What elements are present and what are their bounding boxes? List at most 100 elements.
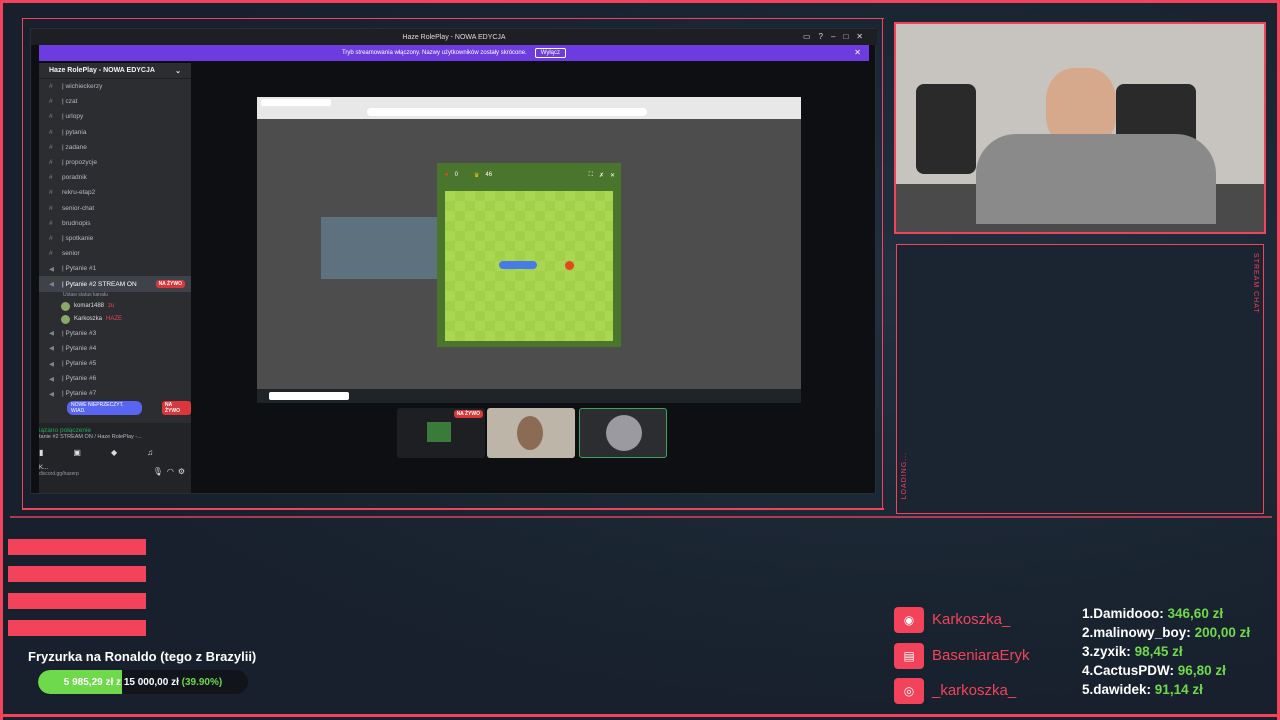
donor-name: dawidek: bbox=[1093, 682, 1152, 697]
discord-icon: ◉ bbox=[894, 607, 924, 633]
channel-label: | pytania bbox=[62, 128, 87, 136]
member-tag: HAZE bbox=[106, 316, 123, 323]
channel-item[interactable]: # | spotkanie bbox=[39, 231, 191, 246]
social-handle: _karkoszka_ bbox=[932, 682, 1017, 699]
channel-label: senior bbox=[62, 250, 80, 258]
chevron-down-icon: ⌄ bbox=[175, 68, 181, 75]
avatar bbox=[606, 415, 642, 451]
fullscreen-icon[interactable]: ⛶ bbox=[589, 172, 593, 179]
close-icon[interactable]: ✕ bbox=[610, 172, 615, 179]
channel-item[interactable]: ◀ | Pytanie #1 bbox=[39, 261, 191, 276]
channel-label: | wichieckerzy bbox=[62, 83, 103, 91]
frame-line-divider bbox=[10, 516, 1272, 518]
channel-item[interactable]: # senior-chat bbox=[39, 201, 191, 216]
voice-member[interactable]: komar1488 zu bbox=[39, 300, 191, 313]
channel-item[interactable]: ◀ | Pytanie #7 bbox=[39, 386, 191, 401]
screen-share-icon[interactable]: ▣ bbox=[73, 448, 81, 457]
channel-item[interactable]: ◀ | Pytanie #6 bbox=[39, 371, 191, 386]
speaker-icon: ◀ bbox=[49, 375, 54, 383]
live-badge: NA ŻYWO bbox=[155, 280, 185, 289]
goal-title: Fryzurka na Ronaldo (tego z Brazylii) bbox=[28, 649, 257, 664]
member-name: Karkoszka bbox=[74, 316, 103, 323]
channel-item[interactable]: # brudnopis bbox=[39, 216, 191, 231]
live-badge: NA ŻYWO bbox=[162, 400, 191, 415]
goal-target: 15 000,00 zł bbox=[123, 676, 179, 688]
participant-tile-avatar[interactable] bbox=[579, 408, 667, 458]
user-status: discord.gg/hazerp bbox=[39, 471, 79, 477]
new-unread-pill[interactable]: NOWE NIEPRZECZYT. WIAD. bbox=[67, 400, 143, 415]
hash-icon: # bbox=[49, 250, 53, 258]
banner-text: Tryb streamowania włączony. Nazwy użytko… bbox=[341, 50, 527, 56]
channel-label: | urlopy bbox=[62, 113, 84, 121]
close-icon[interactable]: ✕ bbox=[854, 48, 861, 57]
channel-label: | zadane bbox=[62, 143, 87, 151]
webcam-feed bbox=[894, 22, 1266, 234]
channel-item[interactable]: # | zadane bbox=[39, 140, 191, 155]
chat-loading-label: LOADING... bbox=[901, 451, 908, 499]
mute-icon[interactable]: ✗ bbox=[599, 172, 604, 179]
channel-list: # | wichieckerzy # | czat # | urlopy # | pytani… bbox=[39, 79, 191, 276]
hash-icon: # bbox=[49, 204, 53, 212]
donor-rank: 4. bbox=[1082, 663, 1094, 678]
channel-item[interactable]: # | pytania bbox=[39, 125, 191, 140]
channel-label: brudnopis bbox=[62, 219, 91, 227]
streamer-mode-banner: Tryb streamowania włączony. Nazwy użytko… bbox=[39, 45, 869, 61]
participant-tile-screen[interactable]: NA ŻYWO bbox=[397, 408, 485, 458]
channel-item[interactable]: # rekru-etap2 bbox=[39, 185, 191, 200]
channel-item[interactable]: # poradnik bbox=[39, 170, 191, 185]
donor-rank: 2. bbox=[1082, 625, 1094, 640]
channel-label: | spotkanie bbox=[62, 234, 94, 242]
channel-item[interactable]: ◀ | Pytanie #5 bbox=[39, 356, 191, 371]
channel-item[interactable]: # | czat bbox=[39, 94, 191, 109]
frame-line-bottom bbox=[0, 714, 1280, 717]
channel-item[interactable]: # | wichieckerzy bbox=[39, 79, 191, 94]
participant-tile-webcam[interactable] bbox=[487, 408, 575, 458]
channel-label: | Pytanie #3 bbox=[62, 329, 97, 337]
social-item: ◎ bbox=[894, 677, 934, 705]
frame-line-left bbox=[0, 0, 3, 720]
channel-list-2: ◀ | Pytanie #3 ◀ | Pytanie #4 ◀ | Pytanie #5 ◀… bbox=[39, 326, 191, 402]
social-item: ◉ bbox=[894, 606, 934, 634]
channel-item[interactable]: ◀ | Pytanie #3 bbox=[39, 326, 191, 341]
discord-window: Haze RolePlay - NOWA EDYCJA ▭?–□✕ Tryb s… bbox=[30, 28, 877, 494]
channel-item[interactable]: # | urlopy bbox=[39, 109, 191, 124]
screen-preview-icon bbox=[427, 422, 451, 442]
screen-share-view[interactable]: ● 0 ♛ 46 ⛶ ✗ ✕ bbox=[257, 97, 801, 403]
channel-sidebar: Haze RolePlay - NOWA EDYCJA ⌄ # | wichiec… bbox=[39, 63, 191, 493]
voice-member[interactable]: Karkoszka HAZE bbox=[39, 313, 191, 326]
activity-icon[interactable]: ◆ bbox=[111, 448, 117, 457]
apple-score: 0 bbox=[454, 172, 458, 178]
channel-item[interactable]: # | propozycje bbox=[39, 155, 191, 170]
camera-icon[interactable]: ▮ bbox=[39, 448, 43, 457]
address-bar[interactable] bbox=[367, 108, 647, 116]
discord-titlebar: Haze RolePlay - NOWA EDYCJA ▭?–□✕ bbox=[31, 29, 877, 45]
hash-icon: # bbox=[49, 174, 53, 182]
taskbar-search[interactable] bbox=[269, 392, 349, 400]
headphones-icon[interactable]: ◠ bbox=[167, 467, 174, 476]
snake-board[interactable] bbox=[445, 191, 613, 341]
new-unread-row[interactable]: NOWE NIEPRZECZYT. WIAD. NA ŻYWO bbox=[39, 400, 191, 415]
soundboard-icon[interactable]: ♫ bbox=[147, 448, 153, 457]
channel-status[interactable]: Ustaw status kanału bbox=[39, 292, 191, 300]
snake bbox=[499, 261, 537, 269]
settings-gear-icon[interactable]: ⚙ bbox=[178, 467, 185, 476]
speaker-icon: ◀ bbox=[49, 390, 54, 398]
social-handle: Karkoszka_ bbox=[932, 611, 1011, 628]
mic-icon[interactable]: 🎙 bbox=[153, 467, 163, 476]
hash-icon: # bbox=[49, 234, 53, 242]
hash-icon: # bbox=[49, 113, 53, 121]
channel-label: | Pytanie #6 bbox=[62, 375, 97, 383]
browser-tab[interactable] bbox=[261, 99, 331, 106]
speaker-icon: ◀ bbox=[49, 265, 54, 273]
windows-taskbar bbox=[257, 389, 801, 403]
server-name[interactable]: Haze RolePlay - NOWA EDYCJA ⌄ bbox=[39, 63, 191, 79]
streamer-body bbox=[976, 134, 1216, 224]
browser-toolbar bbox=[257, 97, 801, 119]
channel-active[interactable]: ◀ | Pytanie #2 STREAM ON NA ŻYWO bbox=[39, 276, 191, 292]
snake-game-panel[interactable]: ● 0 ♛ 46 ⛶ ✗ ✕ bbox=[437, 163, 621, 347]
disable-streamer-mode-button[interactable]: Wyłącz bbox=[534, 48, 566, 58]
channel-label: | Pytanie #4 bbox=[62, 344, 97, 352]
channel-item[interactable]: # senior bbox=[39, 246, 191, 261]
window-controls[interactable]: ▭?–□✕ bbox=[803, 32, 871, 41]
channel-item[interactable]: ◀ | Pytanie #4 bbox=[39, 341, 191, 356]
